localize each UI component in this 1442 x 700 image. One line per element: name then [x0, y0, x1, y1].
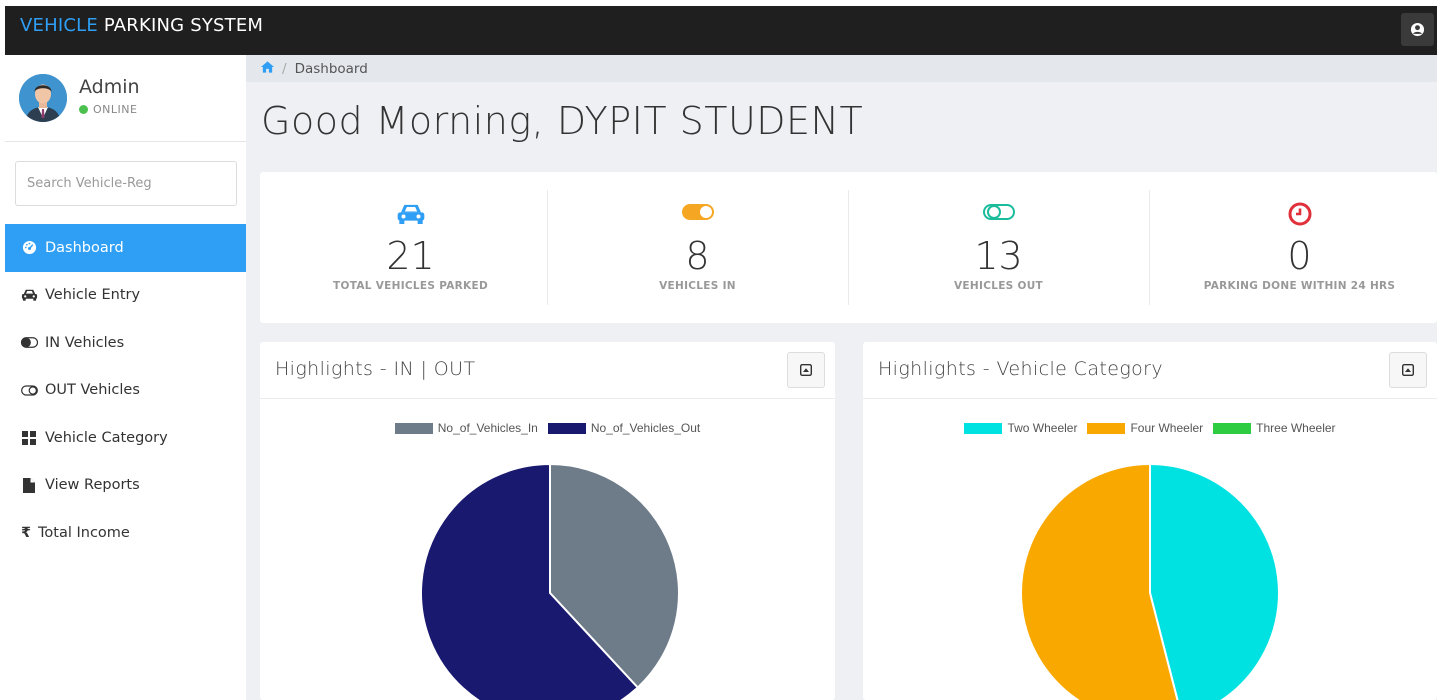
user-name: Admin: [79, 76, 140, 98]
sidebar-item-label: Vehicle Entry: [45, 287, 141, 304]
pie-chart-vehicle-category: [1020, 462, 1280, 700]
panel-header: Highlights - IN | OUT: [260, 342, 835, 399]
legend-label: Three Wheeler: [1256, 421, 1336, 435]
panel-title: Highlights - IN | OUT: [275, 358, 476, 380]
rupee-icon: ₹: [21, 524, 31, 541]
legend-item[interactable]: No_of_Vehicles_Out: [547, 421, 701, 435]
panel-header: Highlights - Vehicle Category: [863, 342, 1437, 399]
stat-parking-24hrs: 0 PARKING DONE WITHIN 24 HRS: [1149, 172, 1442, 323]
legend-swatch: [1087, 422, 1126, 434]
breadcrumb: / Dashboard: [246, 55, 1437, 82]
collapse-button[interactable]: [787, 352, 825, 388]
car-icon: [260, 202, 561, 228]
toggle-on-icon: [19, 337, 39, 349]
stat-label: VEHICLES IN: [659, 280, 736, 292]
stat-value: 21: [386, 234, 435, 278]
sidebar-item-view-reports[interactable]: View Reports: [5, 462, 246, 510]
sidebar-item-vehicle-entry[interactable]: Vehicle Entry: [5, 272, 246, 320]
sidebar-item-label: IN Vehicles: [45, 334, 125, 351]
panel-in-out: Highlights - IN | OUT No_of_Vehicles_In N…: [260, 342, 835, 700]
stat-label: TOTAL VEHICLES PARKED: [333, 280, 488, 292]
user-circle-icon: [1410, 22, 1425, 37]
legend-swatch: [394, 422, 433, 434]
sidebar: Admin ONLINE Dashboard Vehicle Entry IN …: [5, 55, 246, 700]
legend-swatch: [547, 422, 586, 434]
dashboard-icon: [19, 240, 39, 255]
stat-value: 0: [1287, 234, 1312, 278]
legend-label: Two Wheeler: [1007, 421, 1078, 435]
sidebar-item-label: OUT Vehicles: [45, 382, 140, 399]
sidebar-nav: Dashboard Vehicle Entry IN Vehicles OUT …: [5, 224, 246, 557]
legend-item[interactable]: Three Wheeler: [1213, 421, 1336, 435]
legend-label: No_of_Vehicles_In: [437, 421, 538, 435]
brand-title[interactable]: VEHICLE PARKING SYSTEM: [20, 15, 263, 36]
brand-part-rest: PARKING SYSTEM: [103, 15, 264, 36]
sidebar-item-in-vehicles[interactable]: IN Vehicles: [5, 319, 246, 367]
legend-label: No_of_Vehicles_Out: [590, 421, 701, 435]
caret-square-up-icon: [1402, 364, 1414, 376]
brand-part-vehicle: VEHICLE: [20, 15, 98, 36]
stat-label: PARKING DONE WITHIN 24 HRS: [1203, 280, 1396, 292]
pie-chart-in-out: [420, 462, 680, 700]
legend-item[interactable]: Two Wheeler: [964, 421, 1077, 435]
stat-vehicles-out: 13 VEHICLES OUT: [848, 172, 1149, 323]
stat-value: 13: [974, 234, 1023, 278]
user-profile: Admin ONLINE: [5, 55, 246, 142]
toggle-off-icon: [19, 385, 39, 396]
panel-title: Highlights - Vehicle Category: [878, 358, 1164, 380]
legend-swatch: [1213, 422, 1252, 434]
clock-icon: [1149, 202, 1442, 228]
grid-icon: [19, 430, 39, 445]
avatar: [19, 74, 67, 122]
collapse-button[interactable]: [1389, 352, 1427, 388]
legend-label: Four Wheeler: [1130, 421, 1204, 435]
page-title: Good Morning, DYPIT STUDENT: [261, 99, 864, 143]
online-dot-icon: [79, 105, 88, 114]
sidebar-item-vehicle-category[interactable]: Vehicle Category: [5, 414, 246, 462]
file-icon: [19, 477, 39, 493]
top-navbar: VEHICLE PARKING SYSTEM: [5, 6, 1437, 55]
sidebar-item-label: Total Income: [38, 524, 130, 541]
avatar-image: [19, 74, 67, 122]
stats-card: 21 TOTAL VEHICLES PARKED 8 VEHICLES IN 1…: [260, 172, 1437, 323]
legend-item[interactable]: Four Wheeler: [1087, 421, 1203, 435]
user-menu-button[interactable]: [1401, 13, 1434, 46]
toggle-off-icon: [848, 202, 1149, 228]
chart-legend: No_of_Vehicles_In No_of_Vehicles_Out: [260, 421, 835, 435]
toggle-on-icon: [547, 202, 848, 228]
sidebar-item-total-income[interactable]: ₹ Total Income: [5, 509, 246, 557]
chart-legend: Two Wheeler Four Wheeler Three Wheeler: [863, 421, 1437, 435]
stat-value: 8: [685, 234, 710, 278]
home-icon[interactable]: [261, 60, 274, 77]
caret-square-up-icon: [800, 364, 812, 376]
breadcrumb-separator: /: [282, 60, 287, 77]
car-icon: [19, 288, 39, 302]
sidebar-item-out-vehicles[interactable]: OUT Vehicles: [5, 367, 246, 415]
breadcrumb-current: Dashboard: [294, 60, 368, 77]
search-vehicle-input[interactable]: [15, 161, 237, 206]
online-status: ONLINE: [79, 103, 137, 116]
stat-vehicles-in: 8 VEHICLES IN: [547, 172, 848, 323]
main-content: / Dashboard Good Morning, DYPIT STUDENT …: [246, 55, 1437, 700]
status-text: ONLINE: [93, 103, 138, 116]
panel-vehicle-category: Highlights - Vehicle Category Two Wheele…: [863, 342, 1437, 700]
sidebar-item-label: Vehicle Category: [45, 429, 168, 446]
sidebar-item-dashboard[interactable]: Dashboard: [5, 224, 246, 272]
legend-swatch: [964, 422, 1003, 434]
legend-item[interactable]: No_of_Vehicles_In: [394, 421, 538, 435]
stat-total-vehicles: 21 TOTAL VEHICLES PARKED: [260, 172, 561, 323]
sidebar-item-label: Dashboard: [45, 239, 124, 256]
stat-label: VEHICLES OUT: [954, 280, 1043, 292]
sidebar-item-label: View Reports: [45, 477, 140, 494]
